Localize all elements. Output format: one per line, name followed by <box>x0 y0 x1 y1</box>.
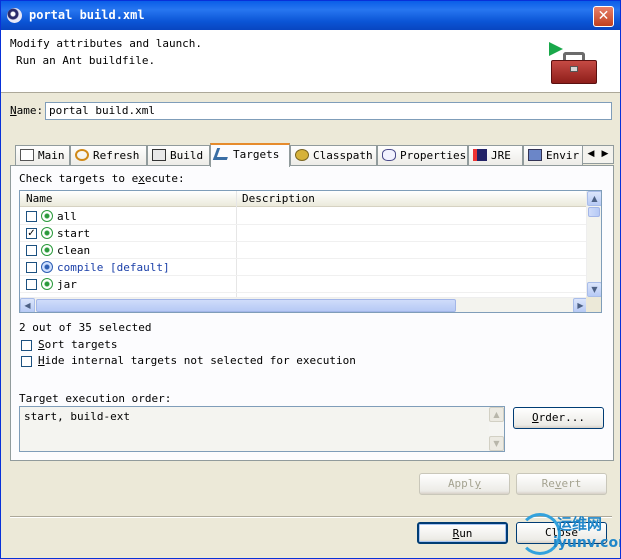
execution-order-field: start, build-ext ▲ ▼ <box>19 406 505 452</box>
sort-targets-checkbox[interactable] <box>21 340 32 351</box>
tab-targets[interactable]: Targets <box>210 143 290 167</box>
targets-icon <box>212 148 232 160</box>
order-button[interactable]: Order... <box>513 407 604 429</box>
order-scroll-up-icon: ▲ <box>489 407 504 422</box>
ant-toolbox-icon <box>549 42 601 86</box>
tab-build[interactable]: Build <box>147 145 210 166</box>
column-header-name[interactable]: Name <box>26 192 53 205</box>
tab-classpath[interactable]: Classpath <box>290 145 377 166</box>
close-window-button[interactable]: ✕ <box>593 6 614 27</box>
execution-order-label: Target execution order: <box>19 392 172 405</box>
table-row[interactable]: ✓ start <box>20 225 588 242</box>
target-icon <box>41 278 53 290</box>
horizontal-scroll-thumb[interactable] <box>36 299 456 312</box>
target-checkbox[interactable]: ✓ <box>26 228 37 239</box>
window-title: portal build.xml <box>29 8 145 22</box>
vertical-scroll-thumb[interactable] <box>588 207 600 217</box>
table-header: Name Description <box>20 191 588 207</box>
refresh-icon <box>75 149 89 161</box>
target-checkbox[interactable] <box>26 211 37 222</box>
table-row[interactable]: all <box>20 208 588 225</box>
default-target-icon <box>41 261 53 273</box>
jre-icon <box>473 149 487 161</box>
target-checkbox[interactable] <box>26 279 37 290</box>
toolbox-latch <box>570 66 578 72</box>
tab-properties[interactable]: Properties <box>377 145 468 166</box>
targets-panel: Check targets to execute: Name Descripti… <box>10 165 614 461</box>
tab-scroll-right-icon[interactable]: ▶ <box>598 146 612 163</box>
target-icon <box>41 244 53 256</box>
target-name: all <box>57 210 77 223</box>
scroll-corner <box>586 297 601 312</box>
header-description: Run an Ant buildfile. <box>16 54 156 67</box>
target-icon <box>41 227 53 239</box>
watermark-text-cn: 运维网 <box>557 515 603 533</box>
name-input[interactable]: portal build.xml <box>45 102 612 120</box>
scroll-up-icon[interactable]: ▲ <box>587 191 601 206</box>
tab-jre[interactable]: JRE <box>468 145 523 166</box>
target-name: jar <box>57 278 77 291</box>
sort-targets-label: Sort targets <box>38 338 118 351</box>
table-row[interactable]: clean <box>20 242 588 259</box>
hide-internal-targets-checkbox[interactable] <box>21 356 32 367</box>
execution-order-value: start, build-ext <box>24 410 130 423</box>
execution-order-scrollbar: ▲ ▼ <box>489 407 504 451</box>
properties-icon <box>382 149 396 161</box>
target-checkbox[interactable] <box>26 262 37 273</box>
table-row[interactable]: jar <box>20 276 588 293</box>
name-label: Name: <box>10 104 44 117</box>
order-scroll-down-icon: ▼ <box>489 436 504 451</box>
table-row[interactable]: compile [default] <box>20 259 588 276</box>
targets-caption: Check targets to execute: <box>19 172 185 185</box>
revert-button: Revert <box>516 473 607 495</box>
target-checkbox[interactable] <box>26 245 37 256</box>
hide-internal-targets-label: Hide internal targets not selected for e… <box>38 354 356 367</box>
tab-bar: Main Refresh Build Targets Classpath Pro… <box>15 143 614 167</box>
run-button[interactable]: Run <box>417 522 508 544</box>
watermark-logo: 运维网 iyunv.com <box>519 511 620 557</box>
run-flag-icon <box>549 42 563 56</box>
tab-scroll-buttons: ◀ ▶ <box>582 145 614 164</box>
selection-summary: 2 out of 35 selected <box>19 321 152 334</box>
target-icon <box>41 210 53 222</box>
tab-scroll-left-icon[interactable]: ◀ <box>584 146 598 163</box>
environment-icon <box>528 149 542 161</box>
target-name: compile [default] <box>57 261 170 274</box>
header-message: Modify attributes and launch. <box>10 37 203 50</box>
title-bar[interactable]: portal build.xml ✕ <box>1 1 620 30</box>
horizontal-scrollbar[interactable]: ◀ ▶ <box>20 297 588 312</box>
main-tab-icon <box>20 149 34 161</box>
eclipse-icon <box>7 8 22 23</box>
target-name: start <box>57 227 91 240</box>
classpath-icon <box>295 149 309 161</box>
apply-button: Apply <box>419 473 510 495</box>
vertical-scrollbar[interactable]: ▲ ▼ <box>586 191 601 297</box>
tab-refresh[interactable]: Refresh <box>70 145 147 166</box>
launch-configuration-dialog: portal build.xml ✕ Modify attributes and… <box>0 0 621 559</box>
dialog-header: Modify attributes and launch. Run an Ant… <box>1 30 620 93</box>
target-name: clean <box>57 244 91 257</box>
targets-table[interactable]: Name Description all ✓ start clean compi… <box>19 190 602 313</box>
tab-main[interactable]: Main <box>15 145 70 166</box>
watermark-text-url: iyunv.com <box>553 535 620 551</box>
column-header-description[interactable]: Description <box>242 192 315 205</box>
toolbox-body <box>551 60 597 84</box>
scroll-left-icon[interactable]: ◀ <box>20 298 35 312</box>
tab-environment[interactable]: Envir <box>523 145 583 166</box>
build-icon <box>152 149 166 161</box>
scroll-down-icon[interactable]: ▼ <box>587 282 601 297</box>
